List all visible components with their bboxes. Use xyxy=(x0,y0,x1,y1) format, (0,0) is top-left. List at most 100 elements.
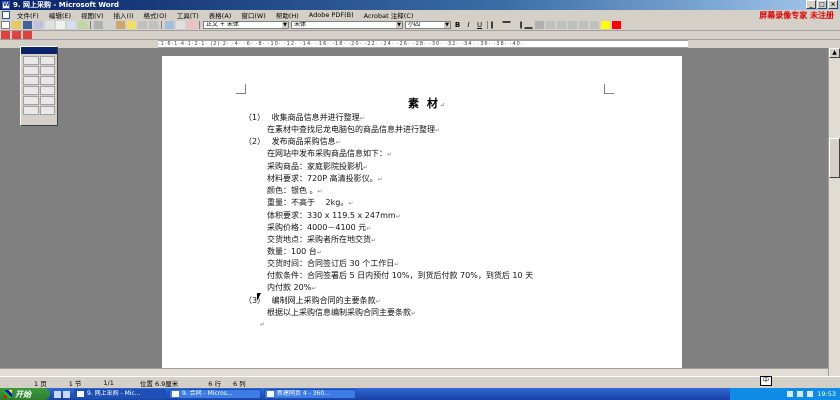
tool-box-icon[interactable] xyxy=(39,66,55,75)
style-select[interactable]: 正文 + 宋体 ▼ xyxy=(203,21,289,29)
status-page-of: 1/1 xyxy=(103,378,114,387)
align-right-icon[interactable] xyxy=(513,21,522,29)
paragraph-mark: ↵ xyxy=(439,102,447,109)
open-icon[interactable] xyxy=(12,21,21,29)
save-icon[interactable] xyxy=(23,21,32,29)
line-text: 体积要求：330 x 119.5 x 247mm xyxy=(267,211,396,220)
toolbar-separator xyxy=(90,21,91,29)
menu-edit[interactable]: 编辑(E) xyxy=(44,10,76,20)
underline-button[interactable]: U xyxy=(475,21,484,29)
paragraph-mark: ↵ xyxy=(366,225,372,232)
align-left-icon[interactable] xyxy=(491,21,500,29)
tool-pencil-icon[interactable] xyxy=(23,96,39,105)
drawing-icon[interactable] xyxy=(187,21,196,29)
align-center-icon[interactable] xyxy=(502,21,511,29)
tool-letter-icon[interactable] xyxy=(39,96,55,105)
floating-toolbar-title[interactable] xyxy=(21,47,57,54)
paste-icon[interactable] xyxy=(116,21,125,29)
task-word-purchase[interactable]: 9. 网上采购 - Mic... xyxy=(74,389,166,399)
tool-text-icon[interactable] xyxy=(23,56,39,65)
undo-icon[interactable] xyxy=(138,21,147,29)
print-icon[interactable] xyxy=(56,21,65,29)
close-button[interactable]: × xyxy=(828,0,838,9)
scroll-up-icon[interactable]: ▲ xyxy=(829,48,840,58)
line-spacing-icon[interactable] xyxy=(535,21,544,29)
table-icon[interactable] xyxy=(176,21,185,29)
email-icon[interactable] xyxy=(45,21,54,29)
numbering-icon[interactable] xyxy=(546,21,555,29)
tool-edit-icon[interactable] xyxy=(23,66,39,75)
menu-tools[interactable]: 工具(T) xyxy=(172,10,204,20)
menu-file[interactable]: 文件(F) xyxy=(12,10,44,20)
floating-toolbar[interactable] xyxy=(20,46,58,126)
start-button[interactable]: 开始 xyxy=(0,388,50,400)
taskbar: 开始 9. 网上采购 - Mic... 9. 合同 - Micros... 新建… xyxy=(0,388,840,400)
justify-icon[interactable] xyxy=(524,21,533,29)
copy-icon[interactable] xyxy=(105,21,114,29)
status-bar: 1 页 1 节 1/1 位置 6.9厘米 6 行 6 列 xyxy=(0,376,840,388)
title-bar: W 9. 网上采购 - Microsoft Word _ □ × xyxy=(0,0,840,10)
chevron-down-icon[interactable]: ▼ xyxy=(444,22,450,28)
menu-table[interactable]: 表格(A) xyxy=(204,10,237,20)
highlight-icon[interactable] xyxy=(601,21,610,29)
tool-lock-icon[interactable] xyxy=(39,106,55,115)
italic-button[interactable]: I xyxy=(464,21,473,29)
format-painter-icon[interactable] xyxy=(127,21,136,29)
ime-indicator[interactable]: 中 xyxy=(760,376,773,386)
cut-icon[interactable] xyxy=(94,21,103,29)
menu-window[interactable]: 窗口(W) xyxy=(236,10,271,20)
tool-grid-icon[interactable] xyxy=(23,106,39,115)
menu-help[interactable]: 帮助(H) xyxy=(271,10,304,20)
tool-radio-icon[interactable] xyxy=(39,76,55,85)
spelling-icon[interactable] xyxy=(78,21,87,29)
font-color-icon[interactable] xyxy=(612,21,621,29)
print-preview-icon[interactable] xyxy=(67,21,76,29)
toolbar-separator xyxy=(199,21,200,29)
bold-button[interactable]: B xyxy=(453,21,462,29)
paragraph-mark: ↵ xyxy=(411,310,417,317)
volume-icon[interactable] xyxy=(797,391,804,397)
redo-icon[interactable] xyxy=(149,21,158,29)
menu-view[interactable]: 视图(V) xyxy=(76,10,109,20)
bullets-icon[interactable] xyxy=(557,21,566,29)
task-word-contract[interactable]: 9. 合同 - Micros... xyxy=(169,389,261,399)
ie-icon[interactable] xyxy=(54,390,61,398)
menu-format[interactable]: 格式(O) xyxy=(139,10,172,20)
vertical-scrollbar[interactable]: ▲ xyxy=(828,48,840,376)
paragraph-mark: ↵ xyxy=(371,237,377,244)
security-icon[interactable] xyxy=(807,391,814,397)
horizontal-scrollbar[interactable] xyxy=(0,368,828,376)
tool-table-icon[interactable] xyxy=(39,86,55,95)
permission-icon[interactable] xyxy=(34,21,43,29)
network-icon[interactable] xyxy=(787,391,794,397)
tool-check-icon[interactable] xyxy=(39,56,55,65)
tool-image-icon[interactable] xyxy=(23,86,39,95)
tool-list-icon[interactable] xyxy=(23,76,39,85)
decrease-indent-icon[interactable] xyxy=(568,21,577,29)
new-icon[interactable] xyxy=(1,21,10,29)
border-icon[interactable] xyxy=(590,21,599,29)
scroll-thumb[interactable] xyxy=(829,138,840,178)
desktop-icon[interactable] xyxy=(63,390,70,398)
pdf-review-icon[interactable] xyxy=(23,31,32,39)
chevron-down-icon[interactable]: ▼ xyxy=(282,22,288,28)
font-size-select[interactable]: 小四 ▼ xyxy=(405,21,451,29)
font-select[interactable]: 宋体 ▼ xyxy=(291,21,403,29)
doc-line: （3） 编制网上采购合同的主要条款↵ xyxy=(244,295,381,306)
line-text: 内付款 20% xyxy=(267,283,312,292)
pdf-convert-icon[interactable] xyxy=(1,31,10,39)
horizontal-ruler[interactable]: ·1·6·1·4·1·2·1· |2|·2· ·4· ·6· ·8· ·10· … xyxy=(158,40,688,48)
menu-insert[interactable]: 插入(I) xyxy=(109,10,139,20)
chevron-down-icon[interactable]: ▼ xyxy=(396,22,402,28)
increase-indent-icon[interactable] xyxy=(579,21,588,29)
task-browser[interactable]: 新建网页 4 - 360... xyxy=(264,389,356,399)
document-icon[interactable] xyxy=(2,11,10,19)
menu-adobe-pdf[interactable]: Adobe PDF(B) xyxy=(304,11,359,19)
minimize-button[interactable]: _ xyxy=(806,0,816,9)
pdf-email-icon[interactable] xyxy=(12,31,21,39)
doc-line: 根据以上采购信息编制采购合同主要条款↵ xyxy=(267,307,416,318)
maximize-button[interactable]: □ xyxy=(817,0,827,9)
menu-acrobat-comments[interactable]: Acrobat 注释(C) xyxy=(359,10,419,20)
hyperlink-icon[interactable] xyxy=(165,21,174,29)
doc-line: 在网站中发布采购商品信息如下：↵ xyxy=(267,148,392,159)
